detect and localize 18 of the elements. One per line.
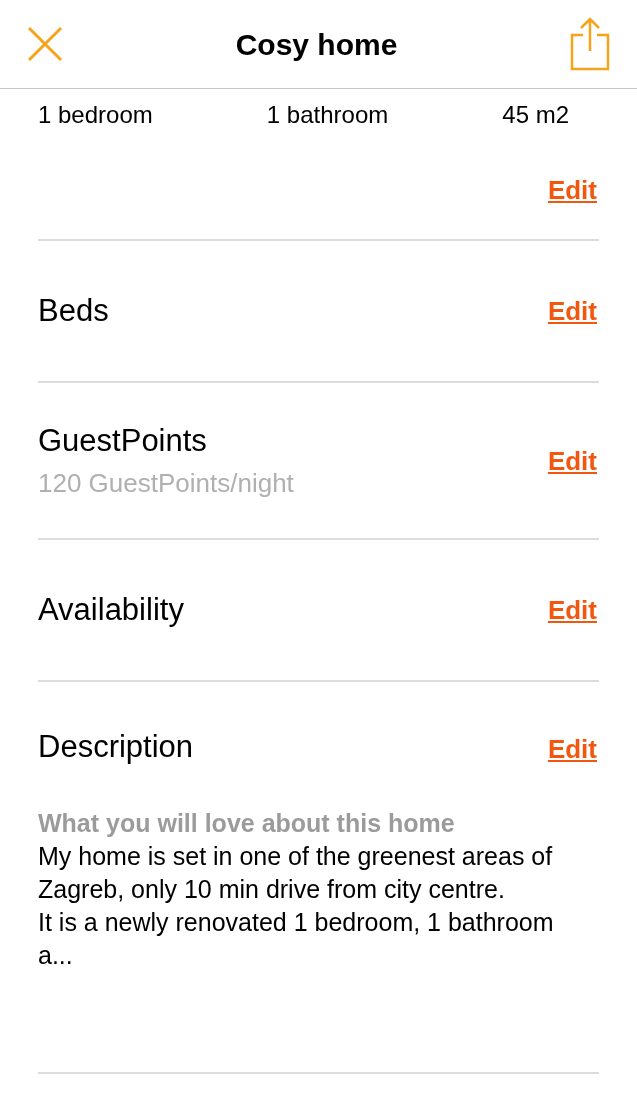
description-text: My home is set in one of the greenest areas of Zagreb, only 10 min drive from city centre. It is a newly renovated 1 bedroom, 1 bathroom a... (38, 840, 555, 971)
section-subtitle: 120 GuestPoints/night (38, 467, 294, 501)
edit-link[interactable]: Edit (547, 597, 597, 623)
stat-label: 1 bedroom (38, 100, 153, 130)
section-title: Beds (38, 291, 109, 330)
edit-link[interactable]: Edit (547, 734, 597, 764)
page-title: Cosy home (235, 26, 398, 63)
section-title: GuestPoints (38, 421, 208, 460)
section-title: Description (38, 728, 194, 766)
stat-label: 45 m2 (502, 100, 569, 130)
edit-link[interactable]: Edit (547, 298, 597, 324)
close-icon[interactable] (27, 26, 63, 62)
edit-link[interactable]: Edit (547, 447, 597, 474)
share-icon[interactable] (570, 17, 610, 71)
section-title: Availability (38, 590, 184, 629)
stat-label: 1 bathroom (266, 100, 389, 130)
description-heading: What you will love about this home (38, 807, 456, 839)
edit-link[interactable]: Edit (547, 177, 597, 203)
